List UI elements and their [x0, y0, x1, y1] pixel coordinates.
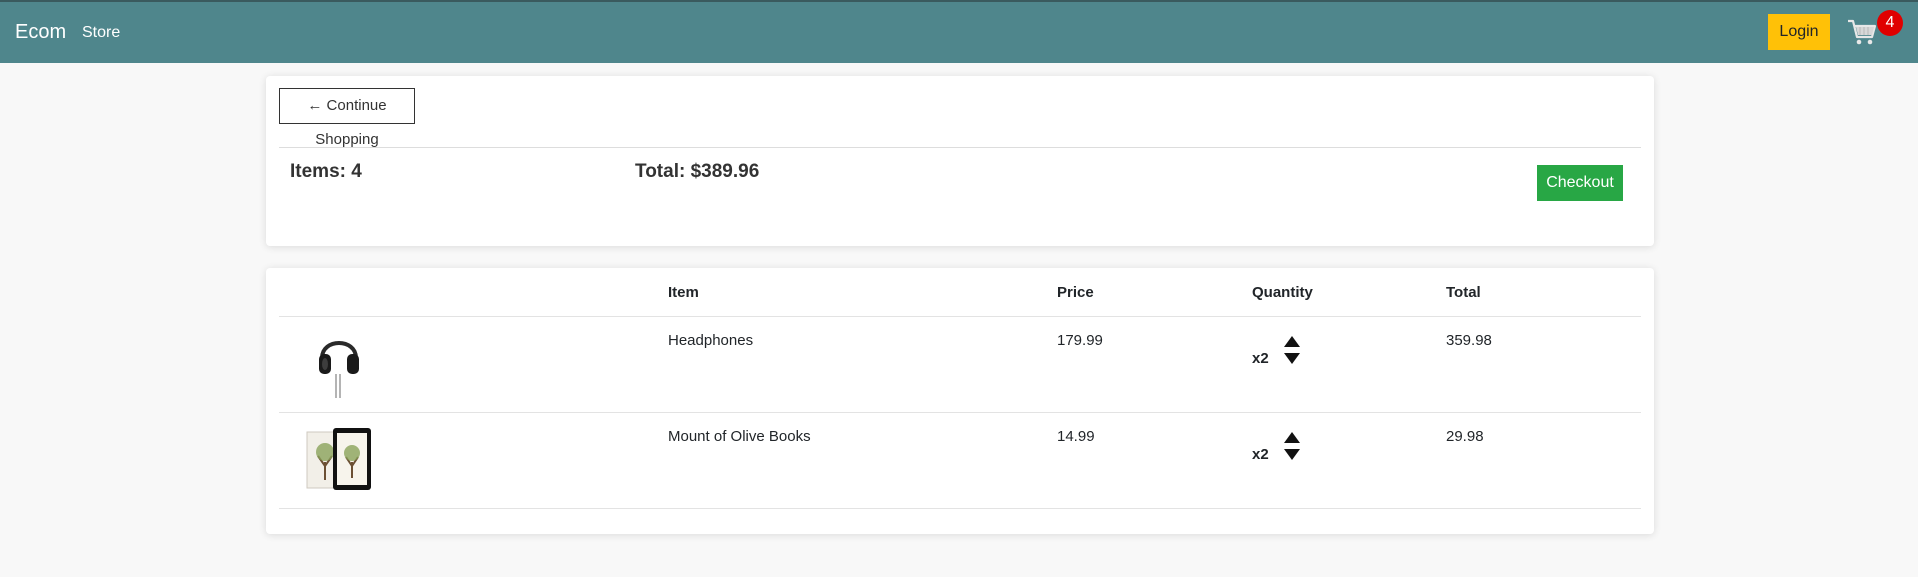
row-divider: [279, 316, 1641, 317]
decrease-quantity-icon[interactable]: [1284, 352, 1300, 364]
item-total: 29.98: [1446, 428, 1484, 445]
cart-items-card: Item Price Quantity Total Headphones 179…: [266, 268, 1654, 534]
header-price: Price: [1057, 284, 1094, 301]
item-name: Mount of Olive Books: [668, 428, 811, 445]
item-name: Headphones: [668, 332, 754, 349]
cart-icon: [1848, 19, 1877, 45]
header-quantity: Quantity: [1252, 284, 1313, 301]
continue-shopping-button[interactable]: ← Continue Shopping: [279, 88, 415, 148]
cart-count-badge: 4: [1877, 10, 1903, 36]
cart-total: Total: $389.96: [635, 161, 760, 182]
cart-summary-card: ← Continue Shopping Items: 4 Total: $389…: [266, 76, 1654, 246]
items-count: Items: 4: [290, 161, 362, 182]
increase-quantity-icon[interactable]: [1284, 432, 1300, 444]
headphones-image: [319, 341, 359, 398]
row-divider: [279, 412, 1641, 413]
header-total: Total: [1446, 284, 1481, 301]
nav-store-link[interactable]: Store: [82, 24, 120, 42]
decrease-quantity-icon[interactable]: [1284, 448, 1300, 460]
checkout-button[interactable]: Checkout: [1537, 165, 1623, 201]
book-image: [306, 428, 371, 490]
cart-button[interactable]: [1847, 16, 1881, 50]
item-price: 14.99: [1057, 428, 1095, 445]
brand-logo[interactable]: Ecom: [15, 21, 66, 44]
item-price: 179.99: [1057, 332, 1103, 349]
item-total: 359.98: [1446, 332, 1492, 349]
item-quantity: x2: [1252, 446, 1269, 463]
row-divider: [279, 508, 1641, 509]
divider: [279, 147, 1641, 148]
navbar: Ecom Store: [0, 0, 1918, 63]
item-quantity: x2: [1252, 350, 1269, 367]
header-item: Item: [668, 284, 699, 301]
login-button[interactable]: Login: [1768, 14, 1830, 50]
increase-quantity-icon[interactable]: [1284, 336, 1300, 348]
